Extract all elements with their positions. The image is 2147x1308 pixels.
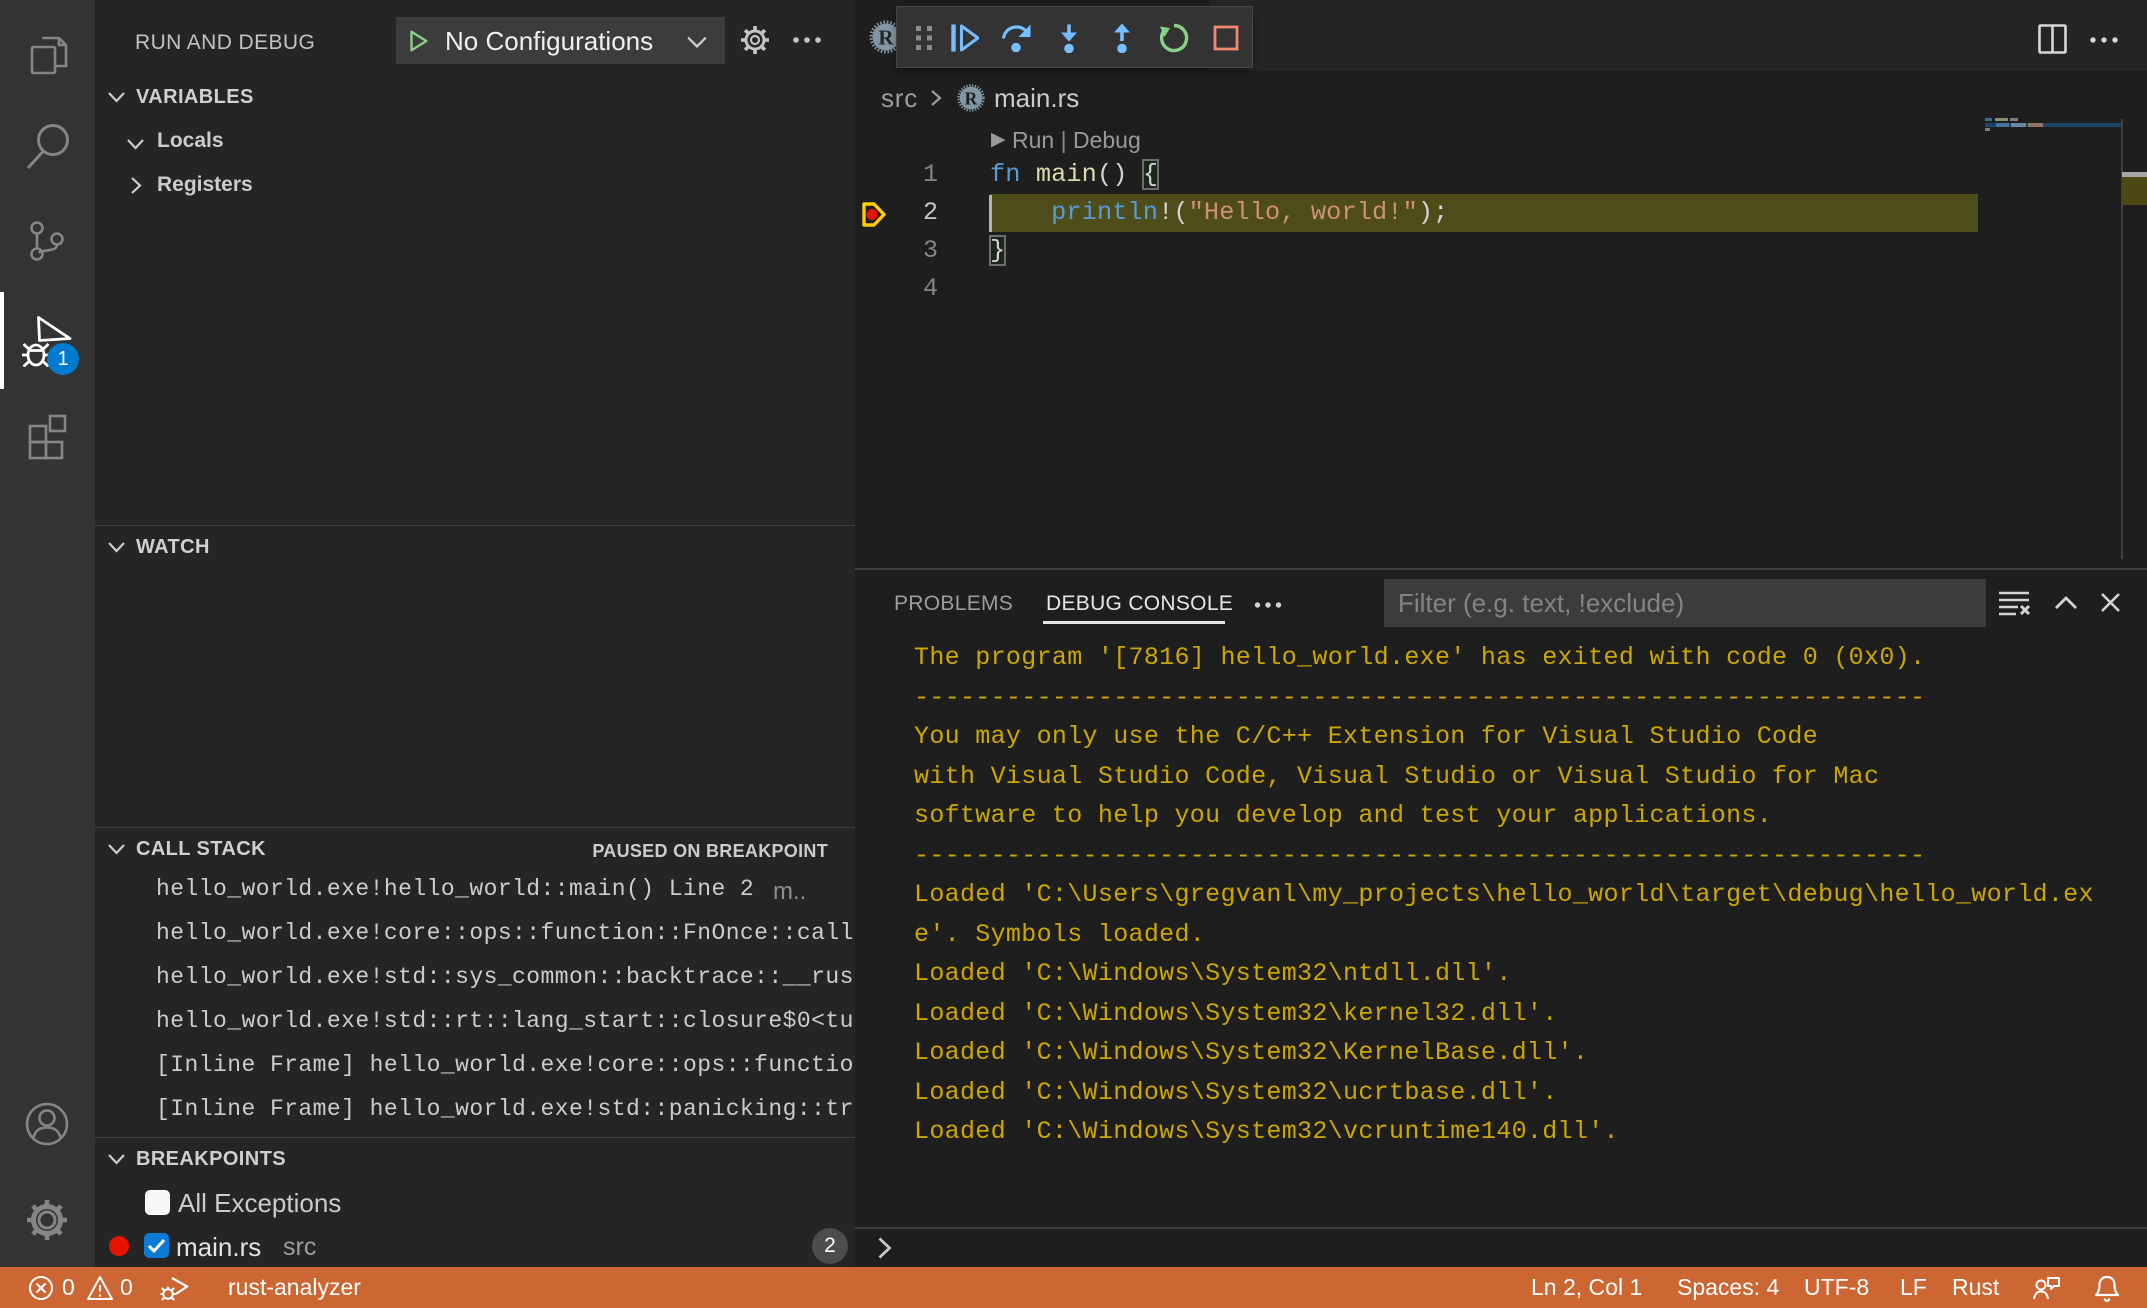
svg-text:R: R	[965, 88, 978, 108]
svg-text:R: R	[878, 26, 894, 50]
